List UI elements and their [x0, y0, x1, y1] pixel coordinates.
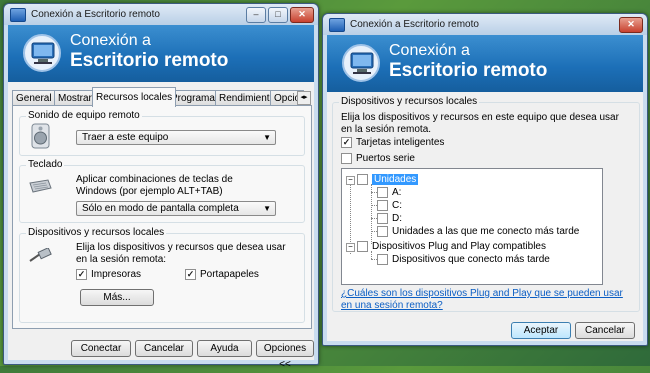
collapse-icon[interactable]: − — [346, 243, 355, 252]
tab-scroll-arrows[interactable]: ◂▸ — [297, 91, 311, 105]
later-devices-checkbox[interactable]: Dispositivos que conecto más tarde — [377, 254, 550, 265]
banner-title-line2: Escritorio remoto — [70, 50, 229, 71]
drive-c-label: C: — [392, 200, 402, 211]
left-window: Conexión a Escritorio remoto – □ ✕ Conex… — [3, 3, 319, 370]
pnp-help-link[interactable]: ¿Cuáles son los dispositivos Plug and Pl… — [341, 288, 631, 312]
keyboard-select-value: Sólo en modo de pantalla completa — [82, 203, 239, 214]
checkmark-icon: ✓ — [341, 137, 352, 148]
drive-a-checkbox[interactable]: A: — [377, 187, 401, 198]
checkbox-empty-icon — [377, 187, 388, 198]
close-button[interactable]: ✕ — [619, 17, 643, 33]
checkmark-icon: ✓ — [185, 269, 196, 280]
smart-cards-checkbox[interactable]: ✓ Tarjetas inteligentes — [341, 137, 444, 148]
window-title: Conexión a Escritorio remoto — [350, 19, 479, 30]
devices-group: Dispositivos y recursos locales Elija lo… — [332, 96, 640, 312]
checkbox-empty-icon — [357, 241, 368, 252]
collapse-icon[interactable]: − — [346, 176, 355, 185]
drive-d-checkbox[interactable]: D: — [377, 213, 402, 224]
later-drives-label: Unidades a las que me conecto más tarde — [392, 226, 580, 237]
banner: Conexión a Escritorio remoto — [327, 35, 643, 92]
checkbox-empty-icon — [377, 213, 388, 224]
devices-group-label: Dispositivos y recursos locales — [339, 96, 480, 107]
options-button[interactable]: Opciones << — [256, 340, 314, 370]
smart-cards-label: Tarjetas inteligentes — [356, 137, 445, 148]
sound-select-value: Traer a este equipo — [82, 132, 169, 143]
dialog-content: Dispositivos y recursos locales Elija lo… — [327, 92, 643, 341]
keyboard-group-label: Teclado — [26, 159, 65, 170]
later-drives-checkbox[interactable]: Unidades a las que me conecto más tarde — [377, 226, 579, 237]
clipboard-checkbox[interactable]: ✓ Portapapeles — [185, 269, 259, 280]
checkbox-empty-icon — [341, 153, 352, 164]
window-title: Conexión a Escritorio remoto — [31, 9, 160, 20]
checkbox-empty-icon — [377, 254, 388, 265]
remote-desktop-logo-icon — [23, 34, 61, 72]
devices-description: Elija los dispositivos y recursos en est… — [341, 112, 619, 135]
minimize-button[interactable]: – — [246, 7, 266, 23]
banner: Conexión a Escritorio remoto — [8, 25, 314, 82]
help-button[interactable]: Ayuda — [197, 340, 252, 357]
right-window: Conexión a Escritorio remoto ✕ Conexión … — [322, 13, 648, 346]
printers-label: Impresoras — [91, 269, 142, 280]
devices-description: Elija los dispositivos y recursos que de… — [76, 242, 286, 265]
cancel-button[interactable]: Cancelar — [135, 340, 193, 357]
keyboard-description: Aplicar combinaciones de teclas de Windo… — [76, 174, 233, 197]
devices-group-label: Dispositivos y recursos locales — [26, 227, 167, 238]
keyboard-select[interactable]: Sólo en modo de pantalla completa ▼ — [76, 201, 276, 216]
accept-button[interactable]: Aceptar — [511, 322, 571, 339]
drives-label: Unidades — [372, 174, 419, 185]
cancel-button[interactable]: Cancelar — [575, 322, 635, 339]
printers-checkbox[interactable]: ✓ Impresoras — [76, 269, 141, 280]
chevron-down-icon: ▼ — [263, 204, 271, 213]
checkmark-icon: ✓ — [76, 269, 87, 280]
banner-title-line1: Conexión a — [70, 32, 151, 49]
title-bar[interactable]: Conexión a Escritorio remoto – □ ✕ — [4, 4, 318, 25]
sound-group: Sonido de equipo remoto Traer a este equ… — [19, 110, 305, 156]
drive-a-label: A: — [392, 187, 402, 198]
tab-general[interactable]: General — [12, 90, 56, 106]
connect-button[interactable]: Conectar — [71, 340, 131, 357]
sound-select[interactable]: Traer a este equipo ▼ — [76, 130, 276, 145]
dialog-content: General Mostrar Recursos locales Program… — [8, 82, 314, 370]
device-tree[interactable]: − Unidades A: C: D: Unidades a las que m… — [341, 168, 603, 285]
keyboard-icon — [29, 179, 52, 193]
later-devices-label: Dispositivos que conecto más tarde — [392, 254, 550, 265]
pnp-checkbox[interactable]: Dispositivos Plug and Play compatibles — [357, 241, 546, 252]
close-button[interactable]: ✕ — [290, 7, 314, 23]
devices-group: Dispositivos y recursos locales Elija lo… — [19, 227, 305, 323]
maximize-button[interactable]: □ — [268, 7, 288, 23]
drive-d-label: D: — [392, 213, 402, 224]
checkbox-empty-icon — [357, 174, 368, 185]
remote-desktop-logo-icon — [342, 44, 380, 82]
chevron-down-icon: ▼ — [263, 133, 271, 142]
more-button[interactable]: Más... — [80, 289, 154, 306]
serial-ports-checkbox[interactable]: Puertos serie — [341, 153, 415, 164]
pnp-label: Dispositivos Plug and Play compatibles — [372, 241, 546, 252]
speaker-icon — [31, 123, 50, 149]
drives-checkbox[interactable]: Unidades — [357, 174, 419, 185]
tab-mostrar[interactable]: Mostrar — [54, 90, 96, 106]
tab-panel: Sonido de equipo remoto Traer a este equ… — [12, 105, 312, 329]
drive-c-checkbox[interactable]: C: — [377, 200, 402, 211]
remote-desktop-icon — [10, 7, 26, 22]
banner-title-line2: Escritorio remoto — [389, 60, 548, 81]
checkbox-empty-icon — [377, 200, 388, 211]
sound-group-label: Sonido de equipo remoto — [26, 110, 142, 121]
checkbox-empty-icon — [377, 226, 388, 237]
keyboard-group: Teclado Aplicar combinaciones de teclas … — [19, 159, 305, 223]
remote-desktop-icon — [329, 17, 345, 32]
serial-ports-label: Puertos serie — [356, 153, 415, 164]
tab-recursos-locales[interactable]: Recursos locales — [92, 87, 177, 107]
banner-title-line1: Conexión a — [389, 42, 470, 59]
clipboard-label: Portapapeles — [200, 269, 259, 280]
title-bar[interactable]: Conexión a Escritorio remoto ✕ — [323, 14, 647, 35]
usb-plug-icon — [29, 248, 52, 262]
